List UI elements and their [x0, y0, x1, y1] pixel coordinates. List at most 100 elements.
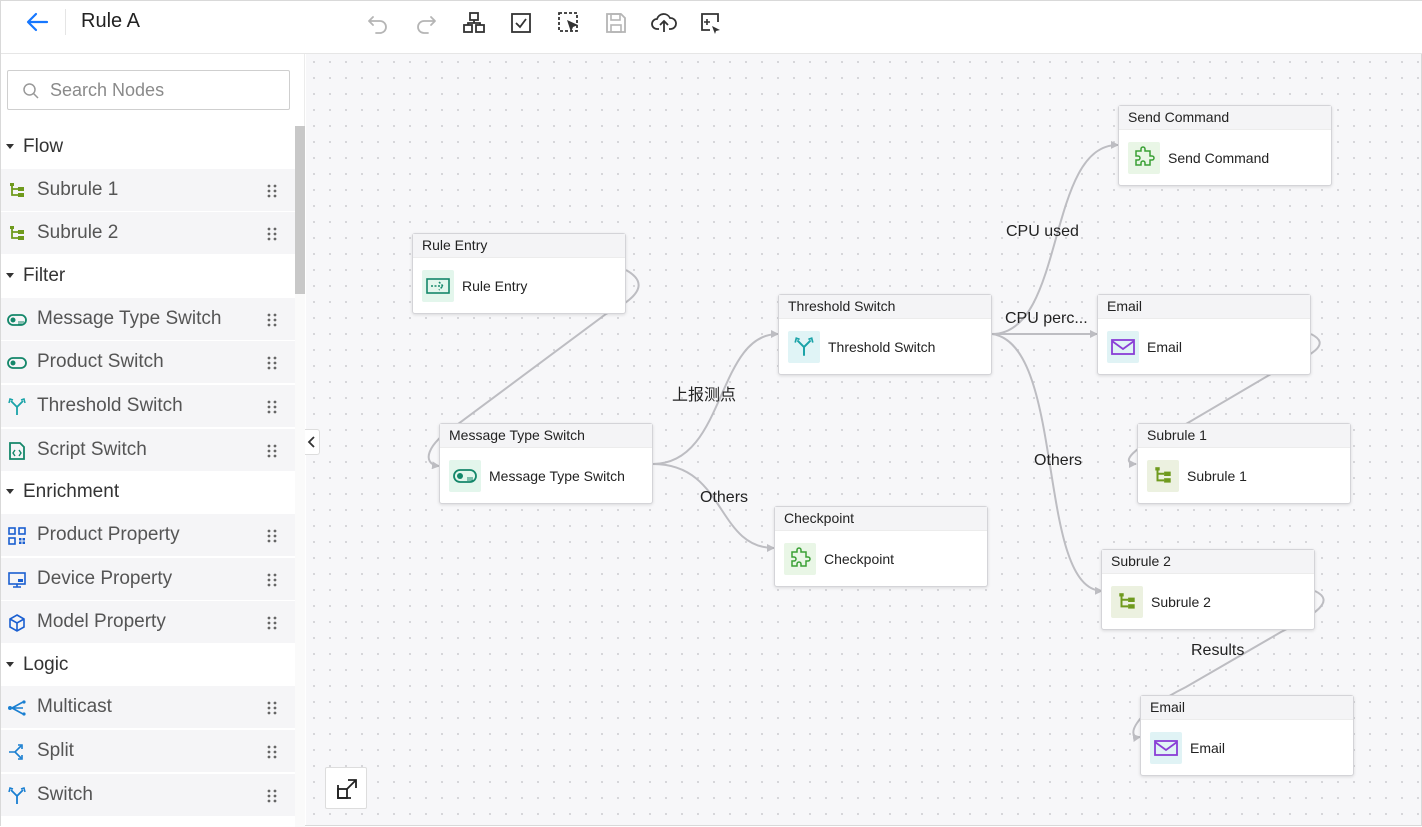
group-enrichment[interactable]: Enrichment — [1, 472, 295, 512]
validate-icon[interactable] — [508, 10, 534, 36]
flow-canvas[interactable]: CPU used CPU perc... 上报测点 Others Others … — [306, 54, 1421, 825]
save-icon[interactable] — [603, 10, 629, 36]
subrule-icon — [10, 226, 24, 240]
edge-label-others: Others — [700, 489, 749, 506]
drag-handle-icon[interactable] — [266, 226, 278, 242]
node-label: Checkpoint — [824, 551, 895, 567]
sidebar-item-threshold-switch[interactable]: Threshold Switch — [1, 385, 295, 427]
auto-layout-icon[interactable] — [461, 10, 487, 36]
entry-icon — [422, 270, 454, 302]
sidebar-item-script-switch[interactable]: Script Switch — [1, 429, 295, 471]
collapse-sidebar-button[interactable] — [305, 429, 320, 455]
fork-icon — [8, 787, 26, 804]
caret-down-icon — [6, 273, 14, 278]
sidebar-item-label: Subrule 2 — [37, 222, 119, 243]
node-threshold-switch[interactable]: Threshold Switch Threshold Switch — [778, 294, 992, 375]
fork-icon — [788, 331, 820, 363]
node-title: Threshold Switch — [779, 295, 991, 319]
select-area-icon[interactable] — [556, 10, 582, 36]
undo-icon[interactable] — [365, 10, 391, 36]
drag-handle-icon[interactable] — [266, 312, 278, 328]
header-divider — [65, 9, 66, 35]
cube-icon — [9, 614, 25, 632]
node-email[interactable]: Email Email — [1140, 695, 1354, 776]
group-flow[interactable]: Flow — [1, 127, 295, 167]
drag-handle-icon[interactable] — [266, 700, 278, 716]
mail-icon — [1150, 732, 1182, 764]
node-label: Email — [1190, 740, 1226, 756]
node-title: Message Type Switch — [440, 424, 652, 448]
search-box[interactable] — [7, 70, 290, 110]
group-label: Logic — [23, 654, 69, 675]
script-icon — [9, 442, 25, 460]
sidebar-item-label: Device Property — [37, 568, 173, 589]
redo-icon[interactable] — [413, 10, 439, 36]
node-subrule-2[interactable]: Subrule 2 Subrule 2 — [1101, 549, 1315, 630]
node-email[interactable]: Email Email — [1097, 294, 1311, 375]
subrule-icon — [1147, 460, 1179, 492]
group-label: Enrichment — [23, 481, 120, 502]
node-rule-entry[interactable]: Rule Entry Rule Entry — [412, 233, 626, 314]
sidebar-item-multicast[interactable]: Multicast — [1, 686, 295, 728]
node-label: Threshold Switch — [828, 339, 936, 355]
chevron-left-icon — [307, 436, 315, 448]
group-label: Filter — [23, 265, 66, 286]
sidebar-item-label: Message Type Switch — [37, 308, 222, 329]
back-arrow-icon[interactable] — [23, 9, 53, 35]
group-label: Flow — [23, 136, 64, 157]
group-filter[interactable]: Filter — [1, 256, 295, 296]
drag-handle-icon[interactable] — [266, 399, 278, 415]
fit-view-icon — [337, 779, 357, 799]
toggle-switch-icon — [7, 357, 27, 369]
node-title: Send Command — [1119, 106, 1331, 130]
search-input[interactable] — [50, 79, 280, 101]
node-library-sidebar: Flow Subrule 1 Subrule 2 Filter Message … — [1, 54, 305, 827]
node-checkpoint[interactable]: Checkpoint Checkpoint — [774, 506, 988, 587]
sidebar-item-device-property[interactable]: Device Property — [1, 558, 295, 600]
edge-label-report-point: 上报测点 — [672, 387, 737, 404]
scrollbar-thumb[interactable] — [295, 126, 305, 294]
drag-handle-icon[interactable] — [266, 355, 278, 371]
fit-view-button[interactable] — [325, 767, 367, 809]
sidebar-item-subrule-1[interactable]: Subrule 1 — [1, 169, 295, 211]
node-message-type-switch[interactable]: Message Type Switch Message Type Switch — [439, 423, 653, 504]
sidebar-item-label: Product Switch — [37, 351, 164, 372]
sidebar-item-model-property[interactable]: Model Property — [1, 601, 295, 643]
caret-down-icon — [6, 144, 14, 149]
group-logic[interactable]: Logic — [1, 645, 295, 685]
node-title: Checkpoint — [775, 507, 987, 531]
node-label: Subrule 2 — [1151, 594, 1211, 610]
sidebar-item-switch[interactable]: Switch — [1, 774, 295, 816]
node-title: Subrule 2 — [1102, 550, 1314, 574]
drag-handle-icon[interactable] — [266, 443, 278, 459]
sidebar-item-subrule-2[interactable]: Subrule 2 — [1, 212, 295, 254]
sidebar-item-product-switch[interactable]: Product Switch — [1, 341, 295, 383]
sidebar-item-message-type-switch[interactable]: Message Type Switch — [1, 298, 295, 340]
upload-icon[interactable] — [651, 10, 677, 36]
toggle-switch-icon — [7, 314, 27, 326]
sidebar-item-product-property[interactable]: Product Property — [1, 514, 295, 556]
drag-handle-icon[interactable] — [266, 788, 278, 804]
drag-handle-icon[interactable] — [266, 572, 278, 588]
sidebar-item-split[interactable]: Split — [1, 730, 295, 772]
split-icon — [9, 744, 23, 760]
caret-down-icon — [6, 489, 14, 494]
app-window: Rule A Search Nodes Flow Subrule 1 Subru… — [0, 0, 1422, 827]
drag-handle-icon[interactable] — [266, 744, 278, 760]
node-title: Rule Entry — [413, 234, 625, 258]
node-subrule-1[interactable]: Subrule 1 Subrule 1 — [1137, 423, 1351, 504]
mail-icon — [1107, 331, 1139, 363]
puzzle-icon — [784, 543, 816, 575]
search-icon — [23, 83, 39, 99]
sidebar-item-label: Threshold Switch — [37, 395, 183, 416]
drag-handle-icon[interactable] — [266, 183, 278, 199]
page-title: Rule A — [81, 10, 140, 32]
node-label: Subrule 1 — [1187, 468, 1247, 484]
node-label: Message Type Switch — [489, 468, 625, 484]
add-node-icon[interactable] — [698, 10, 724, 36]
node-send-command[interactable]: Send Command Send Command — [1118, 105, 1332, 186]
drag-handle-icon[interactable] — [266, 528, 278, 544]
sidebar-item-label: Product Property — [37, 524, 180, 545]
drag-handle-icon[interactable] — [266, 615, 278, 631]
node-title: Email — [1098, 295, 1310, 319]
